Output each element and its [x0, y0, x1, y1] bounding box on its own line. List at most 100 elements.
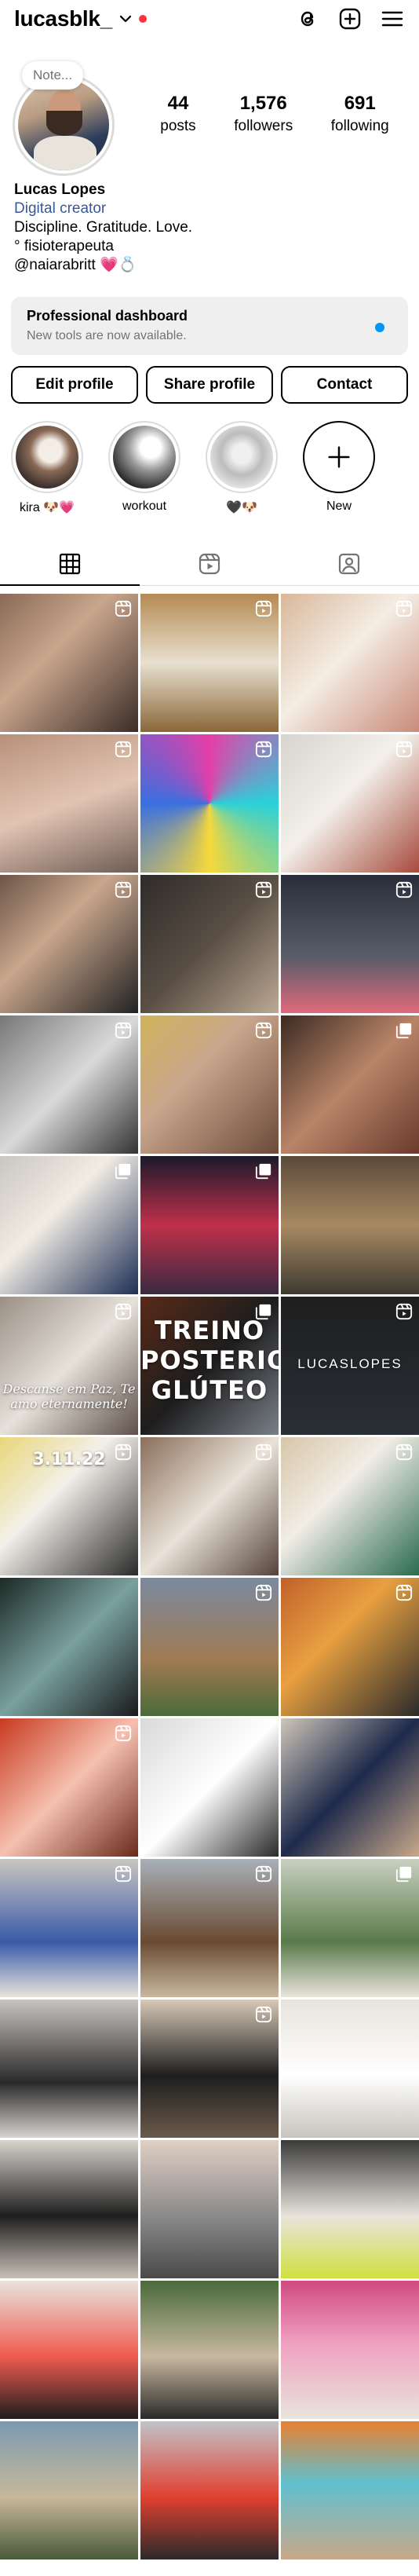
- post-thumbnail[interactable]: [140, 2000, 279, 2138]
- post-thumbnail[interactable]: [140, 1718, 279, 1857]
- post-thumbnail[interactable]: [281, 875, 419, 1013]
- bio-mention[interactable]: @naiarabritt 💗💍: [14, 256, 406, 275]
- reel-icon: [255, 1444, 272, 1461]
- post-thumbnail[interactable]: [140, 1859, 279, 1997]
- post-thumbnail[interactable]: Descanse em Paz, Te amo eternamente!: [0, 1297, 138, 1435]
- post-thumbnail[interactable]: [281, 1718, 419, 1857]
- post-thumbnail[interactable]: [281, 2000, 419, 2138]
- post-thumbnail[interactable]: [281, 594, 419, 732]
- stat-followers-value: 1,576: [239, 93, 287, 114]
- grid-tab[interactable]: [0, 542, 140, 586]
- bio-line: Discipline. Gratitude. Love.: [14, 219, 193, 236]
- post-thumbnail[interactable]: [281, 1015, 419, 1154]
- stat-followers[interactable]: 1,576 followers: [234, 93, 293, 135]
- post-overlay-brand: LUCASLOPES: [297, 1356, 403, 1371]
- reels-tab[interactable]: [140, 542, 279, 585]
- post-thumbnail[interactable]: [140, 2140, 279, 2278]
- chevron-down-icon[interactable]: [118, 12, 133, 26]
- stat-followers-label: followers: [234, 118, 293, 134]
- profile-name: Lucas Lopes: [14, 181, 106, 198]
- share-profile-button[interactable]: Share profile: [146, 366, 273, 404]
- highlight-label: kira 🐶💗: [19, 501, 75, 514]
- reel-icon: [255, 741, 272, 758]
- post-thumbnail[interactable]: [281, 1859, 419, 1997]
- post-thumbnail[interactable]: [0, 1718, 138, 1857]
- post-thumbnail[interactable]: TREINO POSTERIOR GLÚTEO: [140, 1297, 279, 1435]
- highlight-kira[interactable]: kira 🐶💗: [11, 421, 83, 515]
- stat-posts-value: 44: [167, 93, 189, 114]
- highlight-new[interactable]: New: [303, 421, 375, 515]
- professional-dashboard[interactable]: Professional dashboard New tools are now…: [11, 297, 408, 355]
- post-thumbnail[interactable]: [140, 594, 279, 732]
- post-thumbnail[interactable]: [0, 1156, 138, 1294]
- post-thumbnail[interactable]: [140, 1156, 279, 1294]
- stat-posts[interactable]: 44 posts: [160, 93, 195, 135]
- stat-following-label: following: [330, 118, 389, 134]
- highlight-pets-image: [210, 426, 273, 488]
- highlight-label: New: [326, 499, 352, 513]
- tagged-tab[interactable]: [279, 542, 419, 585]
- post-thumbnail[interactable]: [140, 2421, 279, 2560]
- reel-icon: [255, 1865, 272, 1883]
- edit-profile-button[interactable]: Edit profile: [11, 366, 138, 404]
- reel-icon: [255, 881, 272, 898]
- contact-button[interactable]: Contact: [281, 366, 408, 404]
- post-thumbnail[interactable]: [0, 734, 138, 873]
- post-thumbnail[interactable]: [281, 1578, 419, 1716]
- highlight-kira-image: [16, 426, 78, 488]
- create-post-icon[interactable]: [337, 6, 363, 31]
- reel-icon: [255, 1584, 272, 1601]
- post-thumbnail[interactable]: [0, 1578, 138, 1716]
- post-thumbnail[interactable]: [140, 734, 279, 873]
- story-highlights: kira 🐶💗 workout 🖤🐶 New: [11, 421, 419, 515]
- post-thumbnail[interactable]: [281, 1156, 419, 1294]
- stat-following[interactable]: 691 following: [331, 93, 389, 135]
- post-thumbnail[interactable]: [281, 734, 419, 873]
- post-thumbnail[interactable]: [140, 875, 279, 1013]
- post-thumbnail[interactable]: [281, 2140, 419, 2278]
- post-thumbnail[interactable]: [0, 594, 138, 732]
- post-thumbnail[interactable]: [0, 2000, 138, 2138]
- reels-icon: [199, 553, 220, 574]
- post-thumbnail[interactable]: [281, 1437, 419, 1575]
- highlight-pets[interactable]: 🖤🐶: [206, 421, 278, 515]
- post-thumbnail[interactable]: [0, 875, 138, 1013]
- new-indicator-dot: [375, 323, 384, 332]
- reel-icon: [115, 1022, 132, 1039]
- post-thumbnail[interactable]: [0, 2281, 138, 2419]
- reel-icon: [115, 1725, 132, 1742]
- post-thumbnail[interactable]: [281, 2281, 419, 2419]
- post-thumbnail[interactable]: 3.11.22: [0, 1437, 138, 1575]
- post-thumbnail[interactable]: [281, 2421, 419, 2560]
- dashboard-title: Professional dashboard: [27, 308, 188, 324]
- reel-icon: [395, 1303, 413, 1320]
- note-bubble[interactable]: Note...: [22, 61, 84, 90]
- reel-icon: [395, 600, 413, 617]
- reel-icon: [395, 1444, 413, 1461]
- username[interactable]: lucasblk_: [14, 6, 112, 31]
- post-thumbnail[interactable]: [140, 1437, 279, 1575]
- post-thumbnail[interactable]: [0, 1015, 138, 1154]
- post-thumbnail[interactable]: LUCASLOPES: [281, 1297, 419, 1435]
- menu-icon[interactable]: [380, 6, 405, 31]
- reel-icon: [395, 881, 413, 898]
- post-thumbnail[interactable]: [0, 2421, 138, 2560]
- threads-icon[interactable]: [295, 6, 320, 31]
- reel-icon: [255, 2006, 272, 2023]
- reel-icon: [115, 881, 132, 898]
- reel-icon: [115, 1303, 132, 1320]
- top-actions: [295, 6, 405, 31]
- post-overlay-title: TREINO POSTERIOR GLÚTEO: [140, 1315, 279, 1405]
- profile-category[interactable]: Digital creator: [14, 199, 406, 218]
- post-thumbnail[interactable]: [140, 2281, 279, 2419]
- highlight-workout[interactable]: workout: [108, 421, 180, 515]
- post-thumbnail[interactable]: [140, 1015, 279, 1154]
- post-thumbnail[interactable]: [0, 1859, 138, 1997]
- reel-icon: [115, 741, 132, 758]
- post-thumbnail[interactable]: [0, 2140, 138, 2278]
- post-thumbnail[interactable]: [140, 1578, 279, 1716]
- post-grid: Descanse em Paz, Te amo eternamente! TREI…: [0, 594, 419, 2560]
- carousel-icon: [395, 1865, 413, 1883]
- post-overlay-caption: Descanse em Paz, Te amo eternamente!: [2, 1381, 136, 1411]
- avatar-image: [18, 79, 109, 170]
